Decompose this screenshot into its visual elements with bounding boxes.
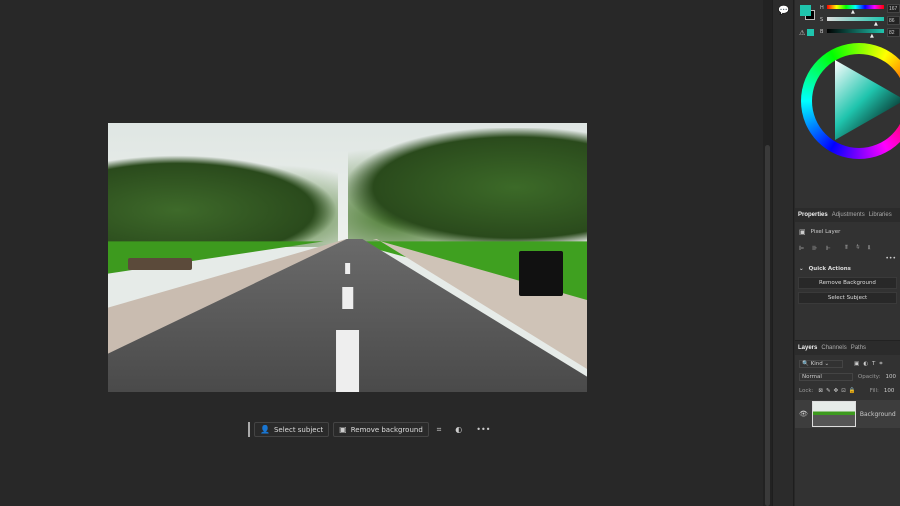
layers-panel: Layers Channels Paths 🔍 Kind ⌄ ▣◐T⌗ Normal O… bbox=[795, 340, 900, 506]
align-bottom-icon[interactable]: ⫫ bbox=[868, 244, 871, 252]
tab-libraries[interactable]: Libraries bbox=[869, 212, 892, 218]
panel-icon-column: 💬 bbox=[772, 0, 794, 506]
align-buttons: ⊫ ⊪ ⊩ ⫪ ⫩ ⫫ bbox=[795, 244, 900, 252]
quick-actions-header[interactable]: ⌄ Quick Actions bbox=[795, 266, 900, 272]
gamut-swatch[interactable] bbox=[807, 29, 814, 36]
remove-background-button[interactable]: ▣ Remove background bbox=[333, 422, 429, 437]
chevron-down-icon: ⌄ bbox=[799, 266, 804, 272]
select-subject-button[interactable]: 👤 Select subject bbox=[254, 422, 330, 437]
drag-handle[interactable] bbox=[248, 422, 250, 437]
contextual-task-bar: 👤 Select subject ▣ Remove background ⌗ ◐ •… bbox=[248, 421, 490, 438]
align-top-icon[interactable]: ⫪ bbox=[845, 244, 848, 252]
brightness-slider[interactable] bbox=[827, 29, 884, 33]
image-icon: ▣ bbox=[339, 425, 347, 434]
align-middle-icon[interactable]: ⫩ bbox=[856, 244, 859, 252]
foreground-color-swatch[interactable] bbox=[800, 5, 811, 16]
hue-input[interactable] bbox=[887, 4, 900, 13]
align-left-icon[interactable]: ⊫ bbox=[799, 245, 804, 252]
properties-panel: Properties Adjustments Libraries ▣ Pixel La… bbox=[795, 208, 900, 304]
person-icon: 👤 bbox=[260, 425, 270, 434]
road-marking bbox=[341, 287, 354, 309]
hue-slider[interactable] bbox=[827, 5, 884, 9]
scrollbar-thumb[interactable] bbox=[765, 145, 770, 506]
photo-trees-left bbox=[108, 155, 338, 247]
more-icon[interactable]: ••• bbox=[476, 425, 490, 434]
align-center-icon[interactable]: ⊪ bbox=[812, 245, 817, 252]
photo-bench bbox=[128, 258, 192, 270]
road-marking bbox=[335, 330, 360, 392]
layer-thumbnail bbox=[811, 401, 856, 427]
photo-trash-bin bbox=[519, 251, 563, 296]
pixel-layer-icon: ▣ bbox=[799, 228, 806, 236]
filter-icons[interactable]: ▣◐T⌗ bbox=[854, 361, 886, 368]
tab-paths[interactable]: Paths bbox=[851, 345, 866, 351]
tab-channels[interactable]: Channels bbox=[821, 345, 846, 351]
tab-properties[interactable]: Properties bbox=[798, 212, 828, 218]
saturation-thumb[interactable]: ▲ bbox=[874, 21, 878, 27]
gamut-warning-icon: ⚠ bbox=[799, 29, 806, 37]
lock-icons[interactable]: ⊠✎✥⊡🔒 bbox=[818, 388, 858, 394]
layer-filter-select[interactable]: 🔍 Kind ⌄ bbox=[799, 360, 843, 368]
eye-icon[interactable]: 👁 bbox=[799, 410, 808, 418]
comments-icon[interactable]: 💬 bbox=[778, 6, 793, 16]
layer-row-background[interactable]: 👁 Background bbox=[795, 400, 900, 428]
hue-thumb[interactable]: ▲ bbox=[851, 9, 855, 15]
saturation-input[interactable] bbox=[887, 16, 900, 25]
opacity-input[interactable]: 100 bbox=[886, 374, 897, 380]
align-right-icon[interactable]: ⊩ bbox=[825, 245, 830, 252]
brightness-input[interactable] bbox=[887, 28, 900, 37]
road-photo[interactable] bbox=[108, 123, 587, 392]
photo-trees-right bbox=[347, 128, 587, 247]
blend-mode-select[interactable]: Normal bbox=[799, 373, 853, 381]
more-options-icon[interactable]: ••• bbox=[795, 255, 900, 262]
brightness-thumb[interactable]: ▲ bbox=[870, 33, 874, 39]
tab-layers[interactable]: Layers bbox=[798, 345, 817, 351]
fill-input[interactable]: 100 bbox=[884, 388, 895, 394]
remove-background-quick-button[interactable]: Remove Background bbox=[798, 277, 897, 289]
right-panel: ⚠ H S B ▲ ▲ ▲ PropertiesAdjustmentsLibra… bbox=[795, 0, 900, 506]
road-marking bbox=[344, 262, 351, 274]
transform-icon[interactable]: ⌗ bbox=[437, 425, 442, 435]
tab-adjustments[interactable]: Adjustments bbox=[832, 212, 865, 218]
adjustment-icon[interactable]: ◐ bbox=[455, 425, 462, 434]
select-subject-quick-button[interactable]: Select Subject bbox=[798, 292, 897, 304]
